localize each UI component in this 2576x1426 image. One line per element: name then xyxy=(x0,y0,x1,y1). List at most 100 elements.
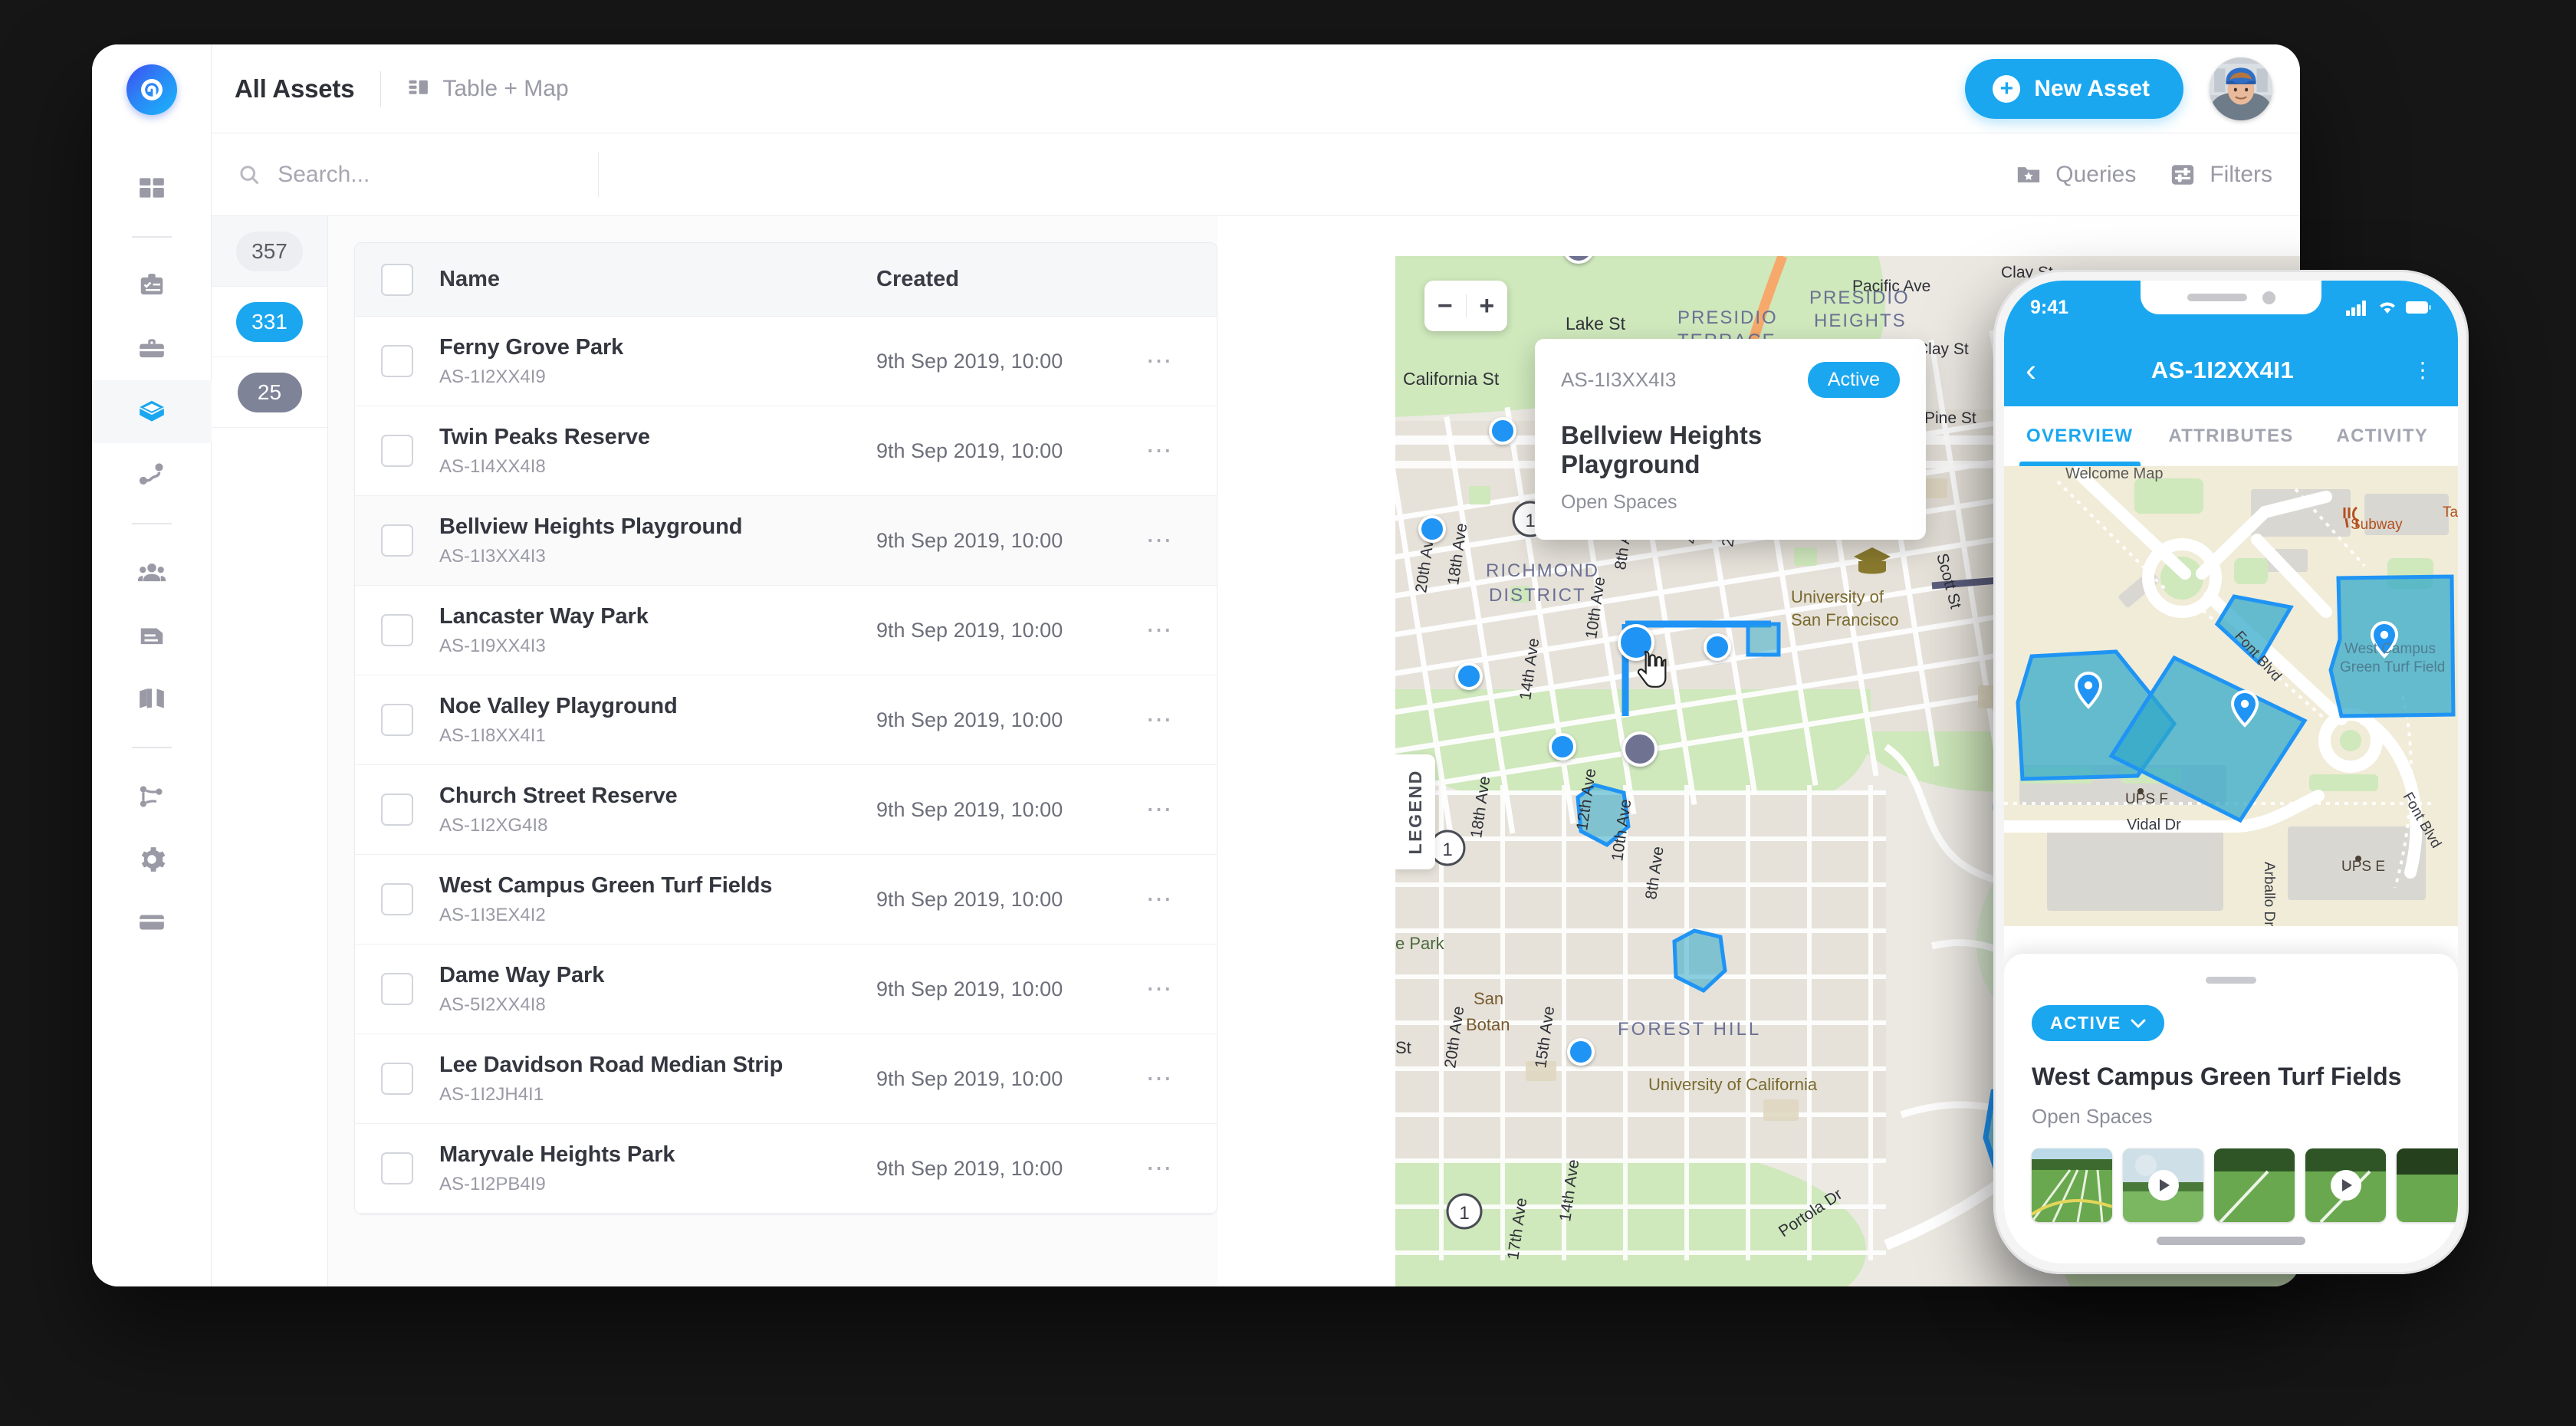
view-switcher-label: Table + Map xyxy=(442,75,569,101)
row-checkbox[interactable] xyxy=(381,1063,413,1095)
sidebar-item-routes[interactable] xyxy=(92,443,212,506)
row-actions-menu[interactable]: ⋯ xyxy=(1129,1155,1191,1181)
row-actions-menu[interactable]: ⋯ xyxy=(1129,976,1191,1002)
row-actions-menu[interactable]: ⋯ xyxy=(1129,1066,1191,1092)
phone-media-strip[interactable] xyxy=(2032,1148,2458,1222)
table-row[interactable]: Lancaster Way Park AS-1I9XX4I3 9th Sep 201… xyxy=(355,586,1217,675)
table-row[interactable]: Twin Peaks Reserve AS-1I4XX4I8 9th Sep 201… xyxy=(355,406,1217,496)
map-zoom-controls[interactable]: − + xyxy=(1424,281,1507,331)
table-row[interactable]: Noe Valley Playground AS-1I8XX4I1 9th Sep … xyxy=(355,675,1217,765)
media-thumbnail[interactable] xyxy=(2032,1148,2112,1222)
row-checkbox[interactable] xyxy=(381,614,413,646)
svg-text:HEIGHTS: HEIGHTS xyxy=(1814,310,1907,331)
search-field[interactable] xyxy=(238,161,598,188)
filters-button[interactable]: Filters xyxy=(2170,162,2272,188)
map-marker-dot[interactable] xyxy=(1418,515,1446,543)
row-checkbox[interactable] xyxy=(381,524,413,557)
map-marker-dot[interactable] xyxy=(1567,1038,1595,1066)
row-actions-menu[interactable]: ⋯ xyxy=(1129,348,1191,374)
map-popup-card[interactable]: AS-1I3XX4I3 Active Bellview Heights Play… xyxy=(1535,339,1926,540)
table-row[interactable]: West Campus Green Turf Fields AS-1I3EX4I2… xyxy=(355,855,1217,945)
sidebar-item-workflows[interactable] xyxy=(92,765,212,828)
row-actions-menu[interactable]: ⋯ xyxy=(1129,617,1191,643)
map-marker-dot[interactable] xyxy=(1455,662,1483,690)
count-cell-total[interactable]: 357 xyxy=(212,216,327,287)
map-marker-dot[interactable] xyxy=(1704,633,1731,661)
search-input[interactable] xyxy=(278,161,598,188)
svg-text:UPS F: UPS F xyxy=(2125,791,2168,807)
sidebar-item-jobs[interactable] xyxy=(92,255,212,317)
row-actions-menu[interactable]: ⋯ xyxy=(1129,797,1191,823)
sidebar-item-settings[interactable] xyxy=(92,828,212,891)
table-row[interactable]: Church Street Reserve AS-1I2XG4I8 9th Sep … xyxy=(355,765,1217,855)
queries-button[interactable]: Queries xyxy=(2016,162,2136,188)
phone-status-time: 9:41 xyxy=(2030,296,2069,318)
kebab-menu-icon[interactable]: ⋮ xyxy=(2409,359,2436,380)
table-row[interactable]: Maryvale Heights Park AS-1I2PB4I9 9th Sep … xyxy=(355,1124,1217,1214)
sidebar-item-people[interactable] xyxy=(92,541,212,604)
row-actions-menu[interactable]: ⋯ xyxy=(1129,886,1191,912)
zoom-out-button[interactable]: − xyxy=(1424,293,1466,319)
sidebar-item-documents[interactable] xyxy=(92,604,212,667)
dashboard-icon xyxy=(139,178,164,198)
sidebar-item-dashboard[interactable] xyxy=(92,156,212,219)
table-row[interactable]: Bellview Heights Playground AS-1I3XX4I3 9t… xyxy=(355,496,1217,586)
map-marker-dot-inactive[interactable] xyxy=(1622,731,1658,767)
row-actions-menu[interactable]: ⋯ xyxy=(1129,527,1191,554)
row-checkbox[interactable] xyxy=(381,973,413,1005)
tab-overview[interactable]: OVERVIEW xyxy=(2004,406,2155,466)
tab-activity[interactable]: ACTIVITY xyxy=(2307,406,2458,466)
sidebar-item-maps[interactable] xyxy=(92,667,212,730)
phone-speaker xyxy=(2187,294,2247,301)
view-switcher[interactable]: Table + Map xyxy=(407,75,569,102)
phone-tabs: OVERVIEW ATTRIBUTES ACTIVITY xyxy=(2004,406,2458,466)
battery-icon xyxy=(2406,301,2431,314)
phone-status-badge[interactable]: ACTIVE xyxy=(2032,1005,2164,1041)
new-asset-button[interactable]: + New Asset xyxy=(1965,58,2183,119)
count-cell-active[interactable]: 331 xyxy=(212,287,327,357)
column-header-created[interactable]: Created xyxy=(876,267,1129,292)
gather-logo[interactable] xyxy=(126,64,177,115)
row-actions-menu[interactable]: ⋯ xyxy=(1129,707,1191,733)
map-marker-dot[interactable] xyxy=(1549,733,1576,761)
table-row[interactable]: Lee Davidson Road Median Strip AS-1I2JH4I… xyxy=(355,1034,1217,1124)
row-checkbox[interactable] xyxy=(381,435,413,467)
asset-table-area: Name Created Ferny Grove Park AS-1I2XX4I9… xyxy=(328,216,1217,1286)
tab-attributes[interactable]: ATTRIBUTES xyxy=(2155,406,2306,466)
count-cell-inactive[interactable]: 25 xyxy=(212,357,327,428)
table-row[interactable]: Dame Way Park AS-5I2XX4I8 9th Sep 2019, 10… xyxy=(355,945,1217,1034)
zoom-in-button[interactable]: + xyxy=(1467,293,1508,319)
sheet-grabber[interactable] xyxy=(2206,977,2256,984)
media-thumbnail[interactable] xyxy=(2397,1148,2458,1222)
back-icon[interactable]: ‹ xyxy=(2026,354,2036,386)
row-checkbox[interactable] xyxy=(381,794,413,826)
media-thumbnail-video[interactable] xyxy=(2305,1148,2386,1222)
sidebar-item-assets[interactable] xyxy=(92,380,212,443)
row-checkbox[interactable] xyxy=(381,883,413,915)
avatar[interactable] xyxy=(2210,57,2272,120)
row-name-cell: Twin Peaks Reserve AS-1I4XX4I8 xyxy=(439,425,876,478)
media-thumbnail-video[interactable] xyxy=(2123,1148,2203,1222)
top-bar: All Assets Table + Map + New Asset xyxy=(212,44,2300,133)
row-created: 9th Sep 2019, 10:00 xyxy=(876,439,1063,462)
row-checkbox[interactable] xyxy=(381,1152,413,1184)
sidebar-item-work[interactable] xyxy=(92,317,212,380)
phone-status-icons xyxy=(2346,299,2432,316)
row-checkbox[interactable] xyxy=(381,345,413,377)
map-marker-dot[interactable] xyxy=(1489,417,1516,445)
row-created: 9th Sep 2019, 10:00 xyxy=(876,528,1063,552)
phone-map[interactable]: Welcome Map Subway Taza Font Blvd Font B… xyxy=(2004,466,2458,926)
row-actions-menu[interactable]: ⋯ xyxy=(1129,438,1191,464)
map-legend-tab[interactable]: LEGEND xyxy=(1395,754,1435,869)
map-popup-title: Bellview Heights Playground xyxy=(1561,421,1763,478)
toolbar-actions: Queries Filters xyxy=(2016,162,2272,188)
table-body: Ferny Grove Park AS-1I2XX4I9 9th Sep 2019,… xyxy=(355,317,1217,1214)
table-row[interactable]: Ferny Grove Park AS-1I2XX4I9 9th Sep 2019,… xyxy=(355,317,1217,406)
select-all-checkbox[interactable] xyxy=(381,263,413,296)
play-icon[interactable] xyxy=(2330,1170,2361,1201)
media-thumbnail[interactable] xyxy=(2214,1148,2295,1222)
column-header-name[interactable]: Name xyxy=(439,267,876,292)
play-icon[interactable] xyxy=(2147,1170,2179,1201)
row-checkbox[interactable] xyxy=(381,704,413,736)
sidebar-item-billing[interactable] xyxy=(92,891,212,954)
